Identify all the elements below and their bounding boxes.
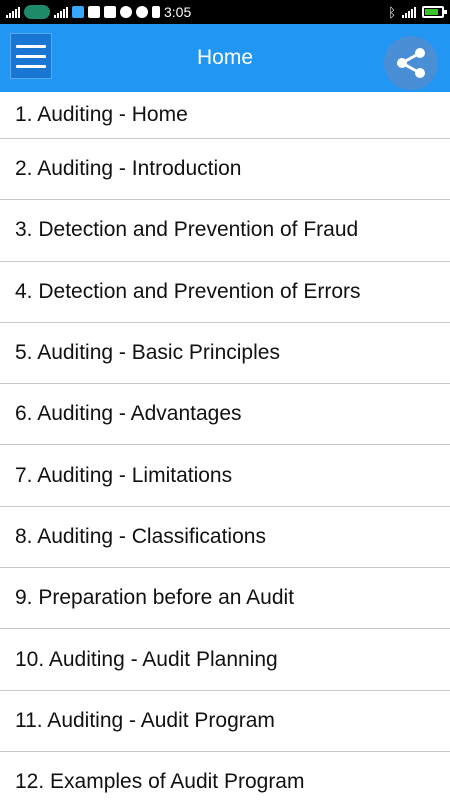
list-item[interactable]: 7. Auditing - Limitations bbox=[0, 445, 450, 507]
signal-icon bbox=[54, 6, 68, 18]
list-item[interactable]: 12. Examples of Audit Program bbox=[0, 751, 450, 800]
app-bar: Home bbox=[0, 24, 450, 92]
network-icon bbox=[72, 6, 84, 18]
share-button[interactable] bbox=[384, 36, 438, 90]
page-title: Home bbox=[196, 46, 254, 69]
list-item[interactable]: 1. Auditing - Home bbox=[0, 92, 450, 139]
menu-button[interactable] bbox=[10, 33, 52, 79]
list-item[interactable]: 11. Auditing - Audit Program bbox=[0, 690, 450, 752]
list-item[interactable]: 5. Auditing - Basic Principles bbox=[0, 322, 450, 385]
list-item[interactable]: 2. Auditing - Introduction bbox=[0, 139, 450, 201]
status-time: 3:05 bbox=[164, 4, 192, 20]
battery-icon bbox=[422, 6, 447, 18]
facebook-icon bbox=[104, 6, 116, 18]
list-item[interactable]: 6. Auditing - Advantages bbox=[0, 384, 450, 446]
list-item[interactable]: 4. Detection and Prevention of Errors bbox=[0, 261, 450, 323]
status-icons-left: 3:05 bbox=[6, 4, 191, 20]
mail-icon bbox=[88, 6, 100, 18]
bluetooth-icon: ᛒ bbox=[388, 4, 396, 20]
hamburger-icon bbox=[16, 44, 46, 48]
share-icon bbox=[397, 48, 425, 78]
user-icon bbox=[120, 6, 132, 18]
list-item[interactable]: 3. Detection and Prevention of Fraud bbox=[0, 200, 450, 262]
list-item[interactable]: 8. Auditing - Classifications bbox=[0, 506, 450, 569]
status-icons-right: ᛒ bbox=[388, 4, 447, 20]
signal-icon bbox=[402, 6, 416, 18]
usb-icon bbox=[152, 6, 160, 18]
cat-icon bbox=[136, 6, 148, 18]
signal-icon bbox=[6, 6, 20, 18]
list-item[interactable]: 9. Preparation before an Audit bbox=[0, 568, 450, 630]
carrier-icon bbox=[24, 5, 50, 19]
list-item[interactable]: 10. Auditing - Audit Planning bbox=[0, 629, 450, 691]
status-bar: 3:05 ᛒ bbox=[0, 0, 450, 24]
chapter-list: 1. Auditing - Home 2. Auditing - Introdu… bbox=[0, 92, 450, 800]
